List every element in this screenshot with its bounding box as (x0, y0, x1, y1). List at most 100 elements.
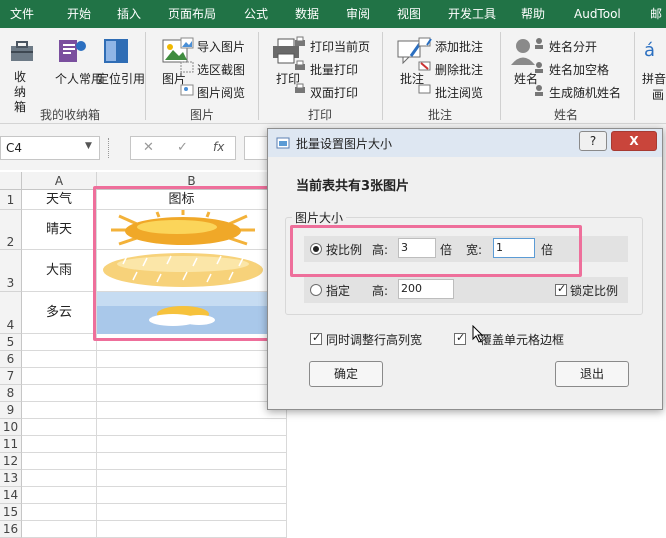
cell[interactable] (97, 419, 287, 436)
select-all-corner[interactable] (0, 172, 22, 190)
duplex-print-icon (293, 83, 307, 97)
comment-browse-button[interactable]: 批注阅览 (435, 84, 483, 101)
tab-data[interactable]: 数据 (295, 0, 319, 28)
row-header[interactable]: 15 (0, 504, 22, 521)
delete-comment-button[interactable]: 删除批注 (435, 61, 483, 78)
row-header[interactable]: 12 (0, 453, 22, 470)
specify-radio[interactable] (310, 284, 322, 296)
cell[interactable] (22, 368, 97, 385)
name-add-space-button[interactable]: 姓名加空格 (549, 61, 609, 78)
tab-audtool[interactable]: AudTool (574, 0, 621, 28)
cell[interactable] (97, 351, 287, 368)
ok-button[interactable]: 确定 (309, 361, 383, 387)
cell[interactable] (97, 521, 287, 538)
enter-icon[interactable]: ✓ (177, 140, 188, 155)
row-header[interactable]: 1 (0, 190, 22, 210)
name-box-dropdown-icon[interactable]: ▼ (85, 141, 92, 151)
tab-page-layout[interactable]: 页面布局 (168, 0, 216, 28)
lock-ratio-checkbox[interactable]: ✓ (555, 282, 567, 296)
cancel-icon[interactable]: ✕ (143, 140, 154, 155)
name-box-value: C4 (6, 141, 23, 155)
row-header[interactable]: 11 (0, 436, 22, 453)
area-screenshot-button[interactable]: 选区截图 (197, 61, 245, 78)
cover-border-checkbox[interactable]: ✓ (454, 331, 466, 345)
pinyin-button[interactable]: 拼音 (642, 70, 666, 87)
cell[interactable] (22, 470, 97, 487)
lock-ratio-label[interactable]: 锁定比例 (570, 282, 618, 299)
cell[interactable] (22, 419, 97, 436)
row-header[interactable]: 4 (0, 292, 22, 334)
batch-print-button[interactable]: 批量打印 (310, 61, 358, 78)
specify-label[interactable]: 指定 (326, 282, 350, 299)
dialog-title-bar[interactable]: 批量设置图片大小 ? X (268, 129, 662, 157)
insert-function-icon[interactable]: fx (213, 140, 224, 154)
row-header[interactable]: 10 (0, 419, 22, 436)
row-header[interactable]: 9 (0, 402, 22, 419)
cell-a4[interactable]: 多云 (22, 292, 97, 334)
random-name-button[interactable]: 生成随机姓名 (549, 84, 621, 101)
locate-ref-button[interactable]: 定位引用 (97, 70, 145, 87)
cell[interactable] (97, 368, 287, 385)
cell[interactable] (22, 453, 97, 470)
print-current-page-button[interactable]: 打印当前页 (310, 38, 370, 55)
row-header[interactable]: 14 (0, 487, 22, 504)
cell[interactable] (22, 334, 97, 351)
dialog-app-icon (276, 137, 290, 149)
cover-border-label[interactable]: 覆盖单元格边框 (480, 331, 564, 348)
splitter[interactable] (108, 138, 111, 158)
adjust-rows-cols-label[interactable]: 同时调整行高列宽 (326, 331, 422, 348)
cell-a2[interactable]: 晴天 (22, 210, 97, 250)
cell[interactable] (22, 487, 97, 504)
tab-insert[interactable]: 插入 (117, 0, 141, 28)
group-label-comment: 批注 (428, 108, 453, 122)
cell[interactable] (97, 470, 287, 487)
picture-browse-button[interactable]: 图片阅览 (197, 84, 245, 101)
name-box[interactable]: C4 ▼ (0, 136, 100, 160)
cell[interactable] (97, 402, 287, 419)
tab-formulas[interactable]: 公式 (244, 0, 268, 28)
tab-help[interactable]: 帮助 (521, 0, 545, 28)
row-header[interactable]: 2 (0, 210, 22, 250)
cell[interactable] (22, 504, 97, 521)
help-button[interactable]: ? (579, 131, 607, 151)
row-header[interactable]: 13 (0, 470, 22, 487)
row-header[interactable]: 3 (0, 250, 22, 292)
cell[interactable] (22, 351, 97, 368)
cell[interactable] (97, 453, 287, 470)
cell[interactable] (97, 487, 287, 504)
tab-review[interactable]: 审阅 (346, 0, 370, 28)
height-value-input[interactable]: 200 (398, 279, 454, 299)
column-header-a[interactable]: A (22, 172, 97, 190)
tab-file[interactable]: 文件 (10, 0, 34, 28)
duplex-print-button[interactable]: 双面打印 (310, 84, 358, 101)
collect-box-button[interactable]: 收纳箱 (14, 70, 34, 115)
cell-a3[interactable]: 大雨 (22, 250, 97, 292)
cell-a1[interactable]: 天气 (22, 190, 97, 210)
exit-button[interactable]: 退出 (555, 361, 629, 387)
close-button[interactable]: X (611, 131, 657, 151)
cell[interactable] (22, 385, 97, 402)
row-header[interactable]: 6 (0, 351, 22, 368)
split-name-button[interactable]: 姓名分开 (549, 38, 597, 55)
tab-view[interactable]: 视图 (397, 0, 421, 28)
row-header[interactable]: 8 (0, 385, 22, 402)
adjust-rows-cols-checkbox[interactable]: ✓ (310, 331, 322, 345)
tab-developer[interactable]: 开发工具 (448, 0, 496, 28)
cell[interactable] (22, 521, 97, 538)
cell[interactable] (97, 385, 287, 402)
add-comment-button[interactable]: 添加批注 (435, 38, 483, 55)
row-header[interactable]: 5 (0, 334, 22, 351)
highlight-box-pictures (93, 186, 273, 341)
cell[interactable] (97, 436, 287, 453)
row-header[interactable]: 7 (0, 368, 22, 385)
cell[interactable] (22, 402, 97, 419)
group-separator (500, 32, 501, 120)
import-picture-button[interactable]: 导入图片 (197, 38, 245, 55)
row-header[interactable]: 16 (0, 521, 22, 538)
tab-home[interactable]: 开始 (67, 0, 91, 28)
cell[interactable] (22, 436, 97, 453)
cell[interactable] (97, 504, 287, 521)
personal-common-button[interactable]: 个人常用 (55, 70, 103, 87)
tab-mail[interactable]: 邮 (650, 0, 662, 28)
height-label-2: 高: (372, 284, 389, 298)
